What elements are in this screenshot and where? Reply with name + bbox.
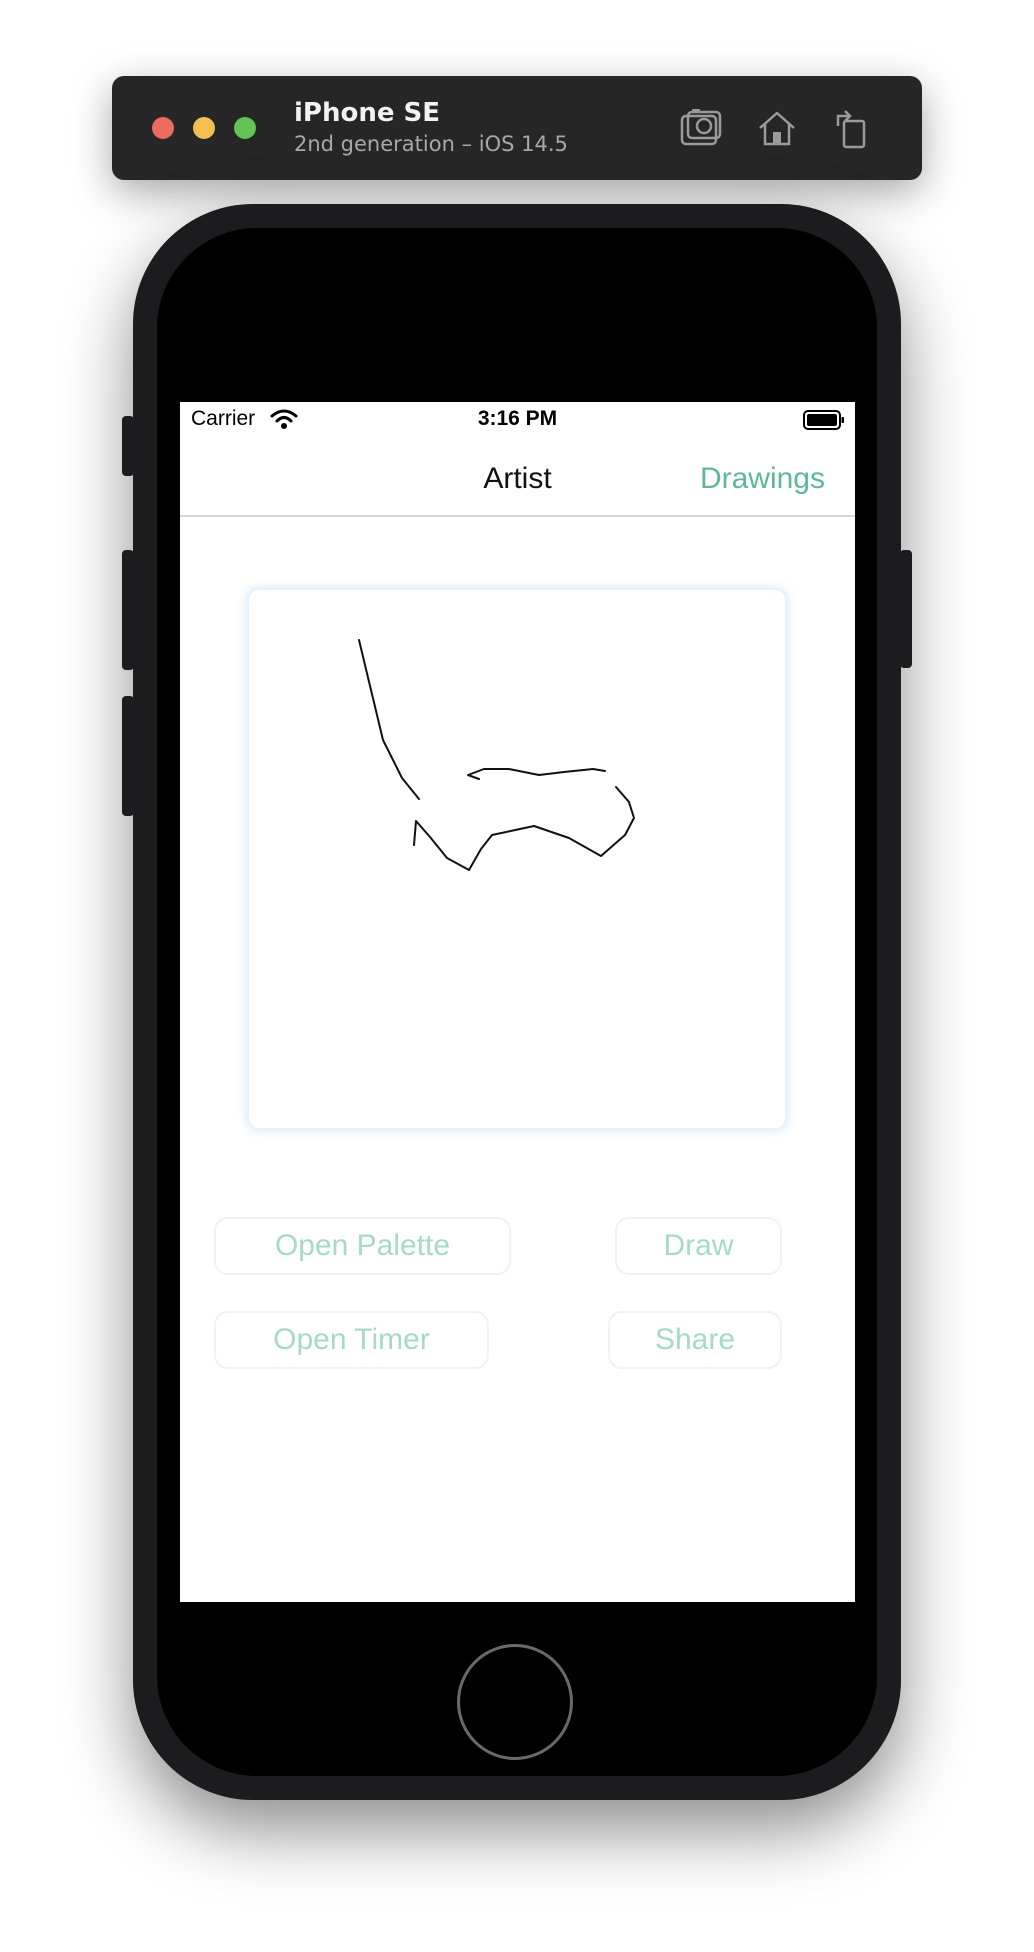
device-name: iPhone SE	[294, 98, 441, 128]
volume-down-button[interactable]	[122, 696, 134, 816]
home-icon[interactable]	[754, 106, 800, 152]
drawings-button[interactable]: Drawings	[700, 462, 825, 496]
device-detail: 2nd generation – iOS 14.5	[294, 132, 568, 156]
power-button[interactable]	[900, 550, 912, 668]
battery-icon	[803, 410, 844, 430]
status-time: 3:16 PM	[477, 407, 558, 430]
close-window-button[interactable]	[152, 117, 174, 139]
home-button[interactable]	[457, 1644, 573, 1760]
stage: iPhone SE 2nd generation – iOS 14.5 Carr…	[0, 0, 1034, 1952]
draw-button[interactable]: Draw	[615, 1217, 782, 1275]
drawing-canvas[interactable]	[247, 588, 787, 1130]
simulator-toolbar: iPhone SE 2nd generation – iOS 14.5	[112, 76, 922, 180]
zoom-window-button[interactable]	[234, 117, 256, 139]
screenshot-icon[interactable]	[678, 106, 724, 152]
status-bar: Carrier 3:16 PM	[180, 402, 855, 442]
mute-switch[interactable]	[122, 416, 134, 476]
sketch-stroke	[467, 768, 606, 780]
app-screen: Carrier 3:16 PM Artist Drawings Open Pal…	[180, 402, 855, 1602]
open-timer-button[interactable]: Open Timer	[214, 1311, 489, 1369]
open-palette-button[interactable]: Open Palette	[214, 1217, 511, 1275]
minimize-window-button[interactable]	[193, 117, 215, 139]
rotate-icon[interactable]	[828, 106, 874, 152]
share-button[interactable]: Share	[608, 1311, 782, 1369]
sketch-stroke	[358, 639, 420, 800]
sketch-strokes	[358, 639, 635, 871]
navigation-bar: Artist Drawings	[180, 442, 855, 517]
volume-up-button[interactable]	[122, 550, 134, 670]
sketch-stroke	[413, 786, 635, 871]
